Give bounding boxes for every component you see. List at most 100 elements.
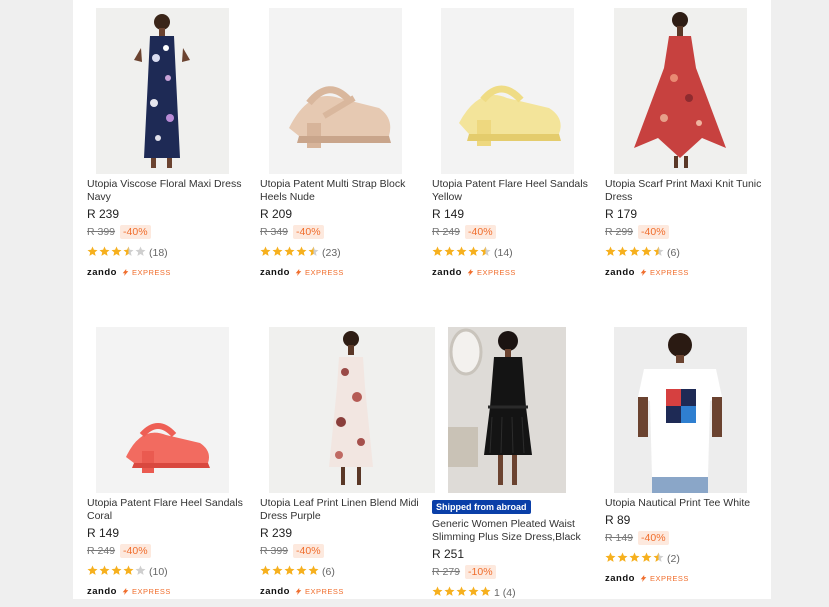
star-icon xyxy=(272,246,283,257)
seller-info: zando EXPRESS xyxy=(432,267,597,278)
product-title[interactable]: Utopia Scarf Print Maxi Knit Tunic Dress xyxy=(605,178,770,204)
product-image[interactable] xyxy=(96,8,229,174)
express-badge: EXPRESS xyxy=(640,268,689,277)
product-price: R 179 xyxy=(605,207,638,221)
star-icon xyxy=(296,246,307,257)
express-label: EXPRESS xyxy=(476,268,516,277)
lightning-icon xyxy=(295,269,302,276)
discount-badge: -40% xyxy=(293,225,324,239)
star-icon xyxy=(296,565,307,576)
seller-info: zando EXPRESS xyxy=(260,586,425,597)
old-price: R 249 xyxy=(432,226,461,238)
star-icon xyxy=(456,246,467,257)
star-rating: (6) xyxy=(260,563,425,581)
star-rating: (14) xyxy=(432,244,597,262)
lightning-icon xyxy=(640,269,647,276)
discount-badge: -40% xyxy=(120,544,151,558)
product-title[interactable]: Utopia Patent Flare Heel Sandals Coral xyxy=(87,497,252,523)
star-icon xyxy=(605,552,616,563)
star-icon xyxy=(653,552,664,563)
shipped-from-abroad-badge: Shipped from abroad xyxy=(432,500,531,514)
express-badge: EXPRESS xyxy=(467,268,516,277)
express-label: EXPRESS xyxy=(649,268,689,277)
star-icon xyxy=(308,246,319,257)
star-rating: (2) xyxy=(605,550,770,568)
review-count: (18) xyxy=(149,247,168,259)
discount-badge: -10% xyxy=(465,565,496,579)
star-icon xyxy=(284,565,295,576)
lightning-icon xyxy=(640,575,647,582)
star-icon xyxy=(456,586,467,597)
product-price: R 149 xyxy=(87,526,120,540)
product-image[interactable] xyxy=(448,327,566,493)
product-price: R 239 xyxy=(260,526,293,540)
express-label: EXPRESS xyxy=(131,587,171,596)
star-icon xyxy=(444,246,455,257)
star-icon xyxy=(617,246,628,257)
star-rating: (18) xyxy=(87,244,252,262)
star-icon xyxy=(87,565,98,576)
product-image[interactable] xyxy=(614,327,747,493)
star-icon xyxy=(99,246,110,257)
old-price: R 279 xyxy=(432,566,461,578)
review-count: (10) xyxy=(149,566,168,578)
star-icon xyxy=(605,246,616,257)
express-badge: EXPRESS xyxy=(640,574,689,583)
product-title[interactable]: Utopia Viscose Floral Maxi Dress Navy xyxy=(87,178,252,204)
express-label: EXPRESS xyxy=(304,587,344,596)
review-count: 1 (4) xyxy=(494,587,516,599)
star-icon xyxy=(260,565,271,576)
product-title[interactable]: Utopia Patent Flare Heel Sandals Yellow xyxy=(432,178,597,204)
product-price: R 149 xyxy=(432,207,465,221)
old-price: R 149 xyxy=(605,532,634,544)
star-icon xyxy=(308,565,319,576)
discount-badge: -40% xyxy=(293,544,324,558)
star-icon xyxy=(641,246,652,257)
product-image[interactable] xyxy=(441,8,574,174)
seller-info: zando EXPRESS xyxy=(605,267,770,278)
express-badge: EXPRESS xyxy=(295,268,344,277)
product-title[interactable]: Utopia Nautical Print Tee White xyxy=(605,497,770,510)
review-count: (6) xyxy=(322,566,335,578)
seller-info: zando EXPRESS xyxy=(87,267,252,278)
star-icon xyxy=(111,565,122,576)
express-badge: EXPRESS xyxy=(122,587,171,596)
star-icon xyxy=(444,586,455,597)
star-icon xyxy=(629,552,640,563)
product-image[interactable] xyxy=(96,327,229,493)
review-count: (23) xyxy=(322,247,341,259)
old-price: R 349 xyxy=(260,226,289,238)
star-icon xyxy=(480,246,491,257)
product-image[interactable] xyxy=(614,8,747,174)
star-icon xyxy=(135,246,146,257)
star-icon xyxy=(653,246,664,257)
star-icon xyxy=(272,565,283,576)
star-icon xyxy=(87,246,98,257)
brand-logo: zando xyxy=(260,586,290,597)
star-rating: (10) xyxy=(87,563,252,581)
express-label: EXPRESS xyxy=(649,574,689,583)
star-icon xyxy=(629,246,640,257)
seller-info: zando EXPRESS xyxy=(605,573,770,584)
old-price: R 399 xyxy=(260,545,289,557)
product-title[interactable]: Generic Women Pleated Waist Slimming Plu… xyxy=(432,518,597,544)
review-count: (14) xyxy=(494,247,513,259)
brand-logo: zando xyxy=(260,267,290,278)
lightning-icon xyxy=(467,269,474,276)
product-title[interactable]: Utopia Leaf Print Linen Blend Midi Dress… xyxy=(260,497,425,523)
star-icon xyxy=(260,246,271,257)
product-image[interactable] xyxy=(269,8,402,174)
star-icon xyxy=(468,586,479,597)
review-count: (2) xyxy=(667,553,680,565)
brand-logo: zando xyxy=(605,267,635,278)
star-rating: 1 (4) xyxy=(432,584,597,602)
star-icon xyxy=(99,565,110,576)
product-title[interactable]: Utopia Patent Multi Strap Block Heels Nu… xyxy=(260,178,425,204)
express-label: EXPRESS xyxy=(131,268,171,277)
star-icon xyxy=(617,552,628,563)
brand-logo: zando xyxy=(432,267,462,278)
discount-badge: -40% xyxy=(465,225,496,239)
product-image[interactable] xyxy=(269,327,435,493)
star-icon xyxy=(123,246,134,257)
product-grid: Utopia Viscose Floral Maxi Dress Navy R … xyxy=(73,0,771,599)
